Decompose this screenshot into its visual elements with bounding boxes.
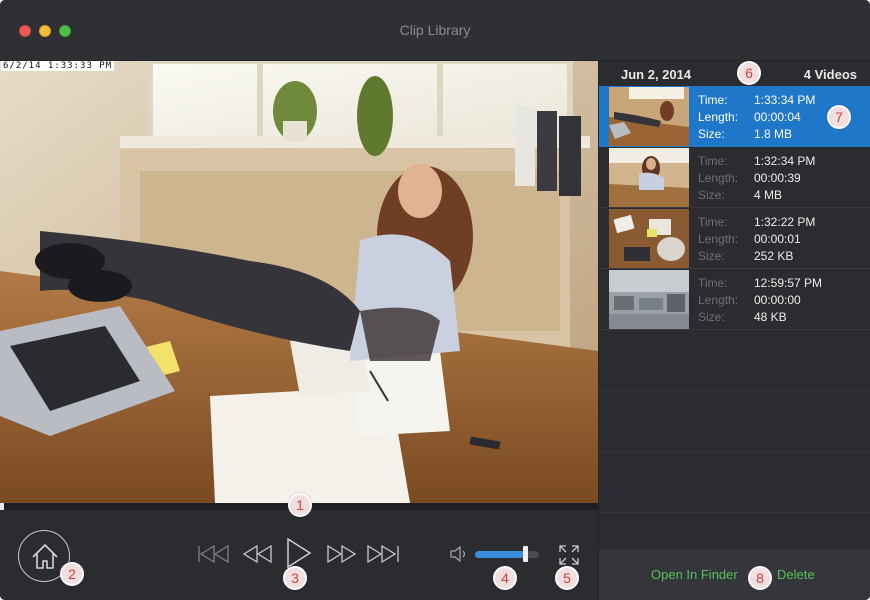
- fullscreen-icon: [559, 545, 579, 565]
- volume-level: [475, 551, 525, 558]
- fast-forward-icon: [327, 544, 357, 564]
- skip-to-start-button[interactable]: [197, 540, 233, 568]
- clip-list-panel: Jun 2, 2014 4 Videos Time: 1:33:34 PM Le…: [598, 61, 870, 600]
- length-label: Length:: [698, 293, 739, 307]
- clip-size: 252 KB: [754, 249, 794, 263]
- clip-list-footer: Open In Finder Delete: [599, 548, 870, 600]
- clip-list-item[interactable]: Time: 12:59:57 PM Length: 00:00:00 Size: 48…: [599, 269, 870, 330]
- app-window: Clip Library 6/2/14 1:33:33 PM Jun 2, 20…: [0, 0, 870, 600]
- clip-thumbnail: [609, 270, 689, 329]
- fullscreen-button[interactable]: [558, 544, 580, 566]
- video-timestamp-overlay: 6/2/14 1:33:33 PM: [1, 61, 115, 71]
- callout-badge: 5: [555, 566, 579, 590]
- callout-badge: 1: [288, 493, 312, 517]
- size-label: Size:: [698, 127, 725, 141]
- scrubber-handle[interactable]: [0, 503, 4, 510]
- volume-slider[interactable]: [475, 551, 539, 558]
- callout-badge: 2: [60, 562, 84, 586]
- play-icon: [287, 537, 312, 569]
- size-label: Size:: [698, 188, 725, 202]
- clip-size: 4 MB: [754, 188, 783, 202]
- empty-list-row: [599, 452, 870, 513]
- delete-button[interactable]: Delete: [777, 567, 815, 582]
- play-button[interactable]: [285, 536, 313, 570]
- skip-to-start-icon: [198, 544, 229, 564]
- clip-length: 00:00:01: [754, 232, 801, 246]
- clip-time: 1:33:34 PM: [754, 93, 816, 107]
- volume-button[interactable]: [449, 546, 469, 562]
- clip-length: 00:00:04: [754, 110, 801, 124]
- skip-to-end-button[interactable]: [365, 540, 401, 568]
- clip-list: Time: 1:33:34 PM Length: 00:00:04 Size: 1.8…: [599, 86, 870, 513]
- clip-size: 48 KB: [754, 310, 787, 324]
- size-label: Size:: [698, 310, 725, 324]
- rewind-button[interactable]: [242, 540, 274, 568]
- open-in-finder-button[interactable]: Open In Finder: [651, 567, 738, 582]
- empty-list-row: [599, 391, 870, 452]
- callout-badge: 7: [827, 105, 851, 129]
- clip-time: 12:59:57 PM: [754, 276, 823, 290]
- clip-list-header: Jun 2, 2014 4 Videos: [599, 61, 870, 86]
- time-label: Time:: [698, 93, 728, 107]
- callout-badge: 4: [493, 566, 517, 590]
- empty-list-row: [599, 330, 870, 391]
- clip-time: 1:32:34 PM: [754, 154, 816, 168]
- time-label: Time:: [698, 276, 728, 290]
- callout-badge: 8: [748, 566, 772, 590]
- callout-badge: 6: [737, 61, 761, 85]
- size-label: Size:: [698, 249, 725, 263]
- time-label: Time:: [698, 215, 728, 229]
- clip-thumbnail: [609, 148, 689, 207]
- clip-size: 1.8 MB: [754, 127, 793, 141]
- clip-thumbnail: [609, 209, 689, 268]
- volume-slider-handle[interactable]: [523, 546, 528, 562]
- length-label: Length:: [698, 171, 739, 185]
- clip-list-item[interactable]: Time: 1:32:22 PM Length: 00:00:01 Size: 252…: [599, 208, 870, 269]
- length-label: Length:: [698, 232, 739, 246]
- clip-list-item[interactable]: Time: 1:32:34 PM Length: 00:00:39 Size: 4 M…: [599, 147, 870, 208]
- video-player[interactable]: 6/2/14 1:33:33 PM: [0, 61, 598, 503]
- skip-to-end-icon: [367, 544, 399, 564]
- clip-time: 1:32:22 PM: [754, 215, 816, 229]
- rewind-icon: [242, 544, 272, 564]
- video-frame-image: [0, 61, 598, 503]
- window-title: Clip Library: [399, 22, 471, 38]
- clip-thumbnail: [609, 87, 689, 146]
- length-label: Length:: [698, 110, 739, 124]
- callout-badge: 3: [283, 566, 307, 590]
- clip-length: 00:00:39: [754, 171, 801, 185]
- clip-length: 00:00:00: [754, 293, 801, 307]
- clip-count: 4 Videos: [803, 67, 857, 82]
- speaker-icon: [450, 546, 466, 562]
- clip-date: Jun 2, 2014: [621, 67, 692, 82]
- time-label: Time:: [698, 154, 728, 168]
- title-bar: Clip Library: [0, 0, 870, 61]
- fast-forward-button[interactable]: [325, 540, 357, 568]
